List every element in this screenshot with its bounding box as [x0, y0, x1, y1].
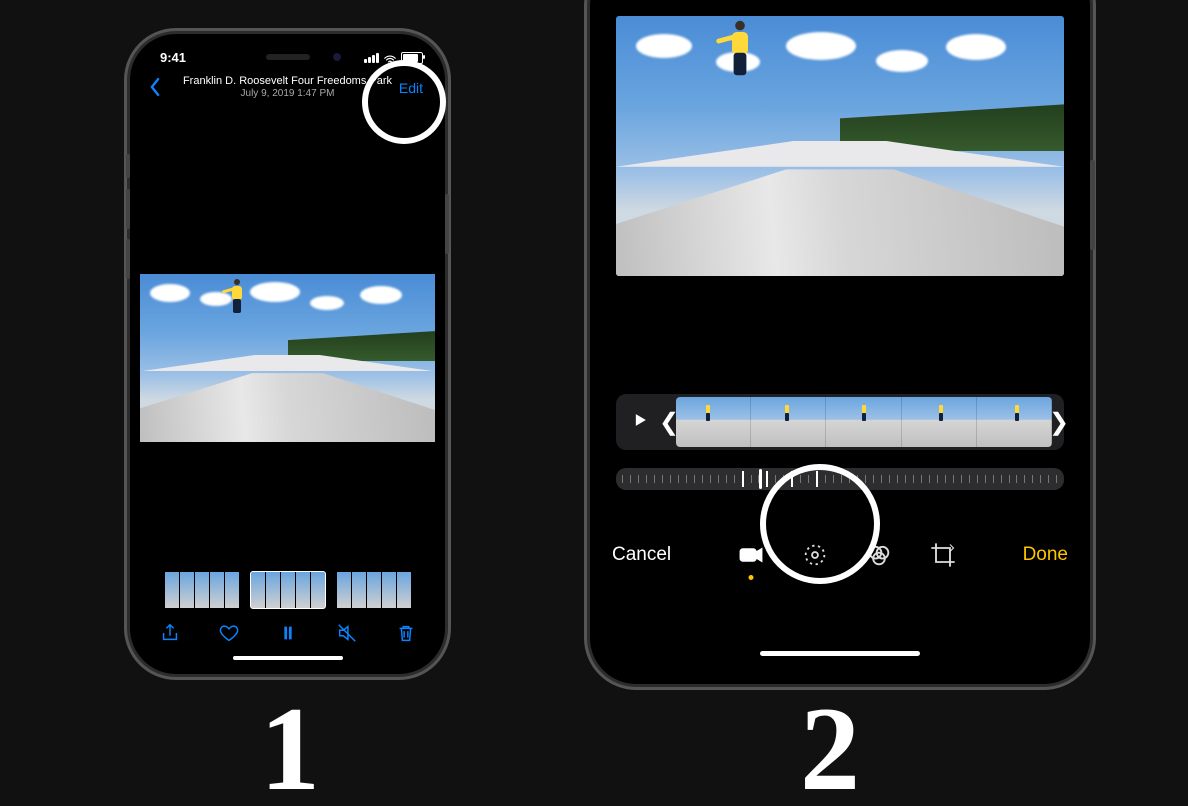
crop-icon[interactable] [928, 540, 958, 570]
thumb-group[interactable] [337, 572, 411, 608]
phone-mock-2: ❮ ❯ [590, 0, 1090, 684]
thumbnail-strip[interactable] [140, 572, 435, 608]
highlight-circle-scrubber [760, 464, 880, 584]
notch [730, 0, 950, 6]
home-indicator[interactable] [760, 651, 920, 656]
step-number-1: 1 [260, 680, 320, 806]
mute-icon[interactable] [336, 622, 358, 649]
status-time: 9:41 [160, 50, 186, 65]
thumb-group-selected[interactable] [251, 572, 325, 608]
thumb-group[interactable] [165, 572, 239, 608]
video-preview-editor[interactable] [616, 16, 1064, 276]
trim-handle-right[interactable]: ❯ [1054, 408, 1064, 437]
share-icon[interactable] [159, 622, 181, 649]
highlight-circle-edit [362, 60, 446, 144]
video-preview[interactable] [140, 274, 435, 442]
step-number-2: 2 [800, 680, 860, 806]
trash-icon[interactable] [395, 622, 417, 649]
bottom-toolbar [140, 618, 435, 652]
video-icon[interactable] [736, 540, 766, 570]
back-button[interactable] [146, 76, 164, 103]
play-button[interactable] [616, 410, 664, 435]
heart-icon[interactable] [218, 622, 240, 649]
pause-icon[interactable] [277, 622, 299, 649]
home-indicator[interactable] [233, 656, 343, 660]
cellular-signal-icon [364, 53, 379, 63]
timeline-frames[interactable] [676, 397, 1052, 447]
video-timeline[interactable]: ❮ ❯ [616, 394, 1064, 450]
done-button[interactable]: Done [1023, 544, 1068, 566]
trim-handle-left[interactable]: ❮ [664, 408, 674, 437]
cancel-button[interactable]: Cancel [612, 544, 671, 566]
